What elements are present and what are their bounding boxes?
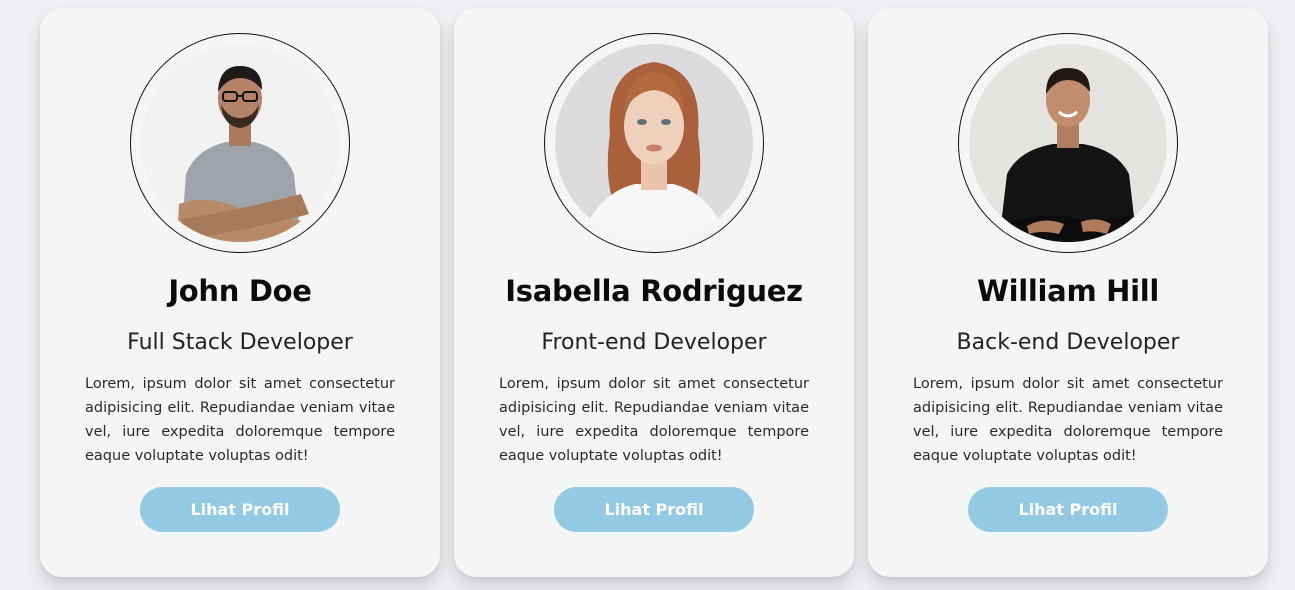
profile-role: Front-end Developer [541,330,767,355]
profile-description: Lorem, ipsum dolor sit amet consectetur … [499,376,809,464]
avatar-frame [958,33,1178,253]
avatar-photo-isabella-rodriguez [555,44,753,242]
profile-description: Lorem, ipsum dolor sit amet consectetur … [85,376,395,464]
avatar-frame [544,33,764,253]
view-profile-button[interactable]: Lihat Profil [554,487,754,532]
avatar-photo-william-hill [969,44,1167,242]
avatar-photo-john-doe [141,44,339,242]
profile-name: William Hill [976,274,1160,308]
profile-role: Back-end Developer [956,330,1180,355]
view-profile-button[interactable]: Lihat Profil [140,487,340,532]
profile-name: John Doe [168,274,312,308]
profile-cards-row: John Doe Full Stack Developer Lorem, ips… [0,0,1295,590]
profile-card-william-hill: William Hill Back-end Developer Lorem, i… [868,8,1268,577]
view-profile-button[interactable]: Lihat Profil [968,487,1168,532]
profile-description: Lorem, ipsum dolor sit amet consectetur … [913,376,1223,464]
avatar-frame [130,33,350,253]
profile-card-john-doe: John Doe Full Stack Developer Lorem, ips… [40,8,440,577]
profile-role: Full Stack Developer [127,330,353,355]
profile-name: Isabella Rodriguez [505,274,803,308]
profile-card-isabella-rodriguez: Isabella Rodriguez Front-end Developer L… [454,8,854,577]
